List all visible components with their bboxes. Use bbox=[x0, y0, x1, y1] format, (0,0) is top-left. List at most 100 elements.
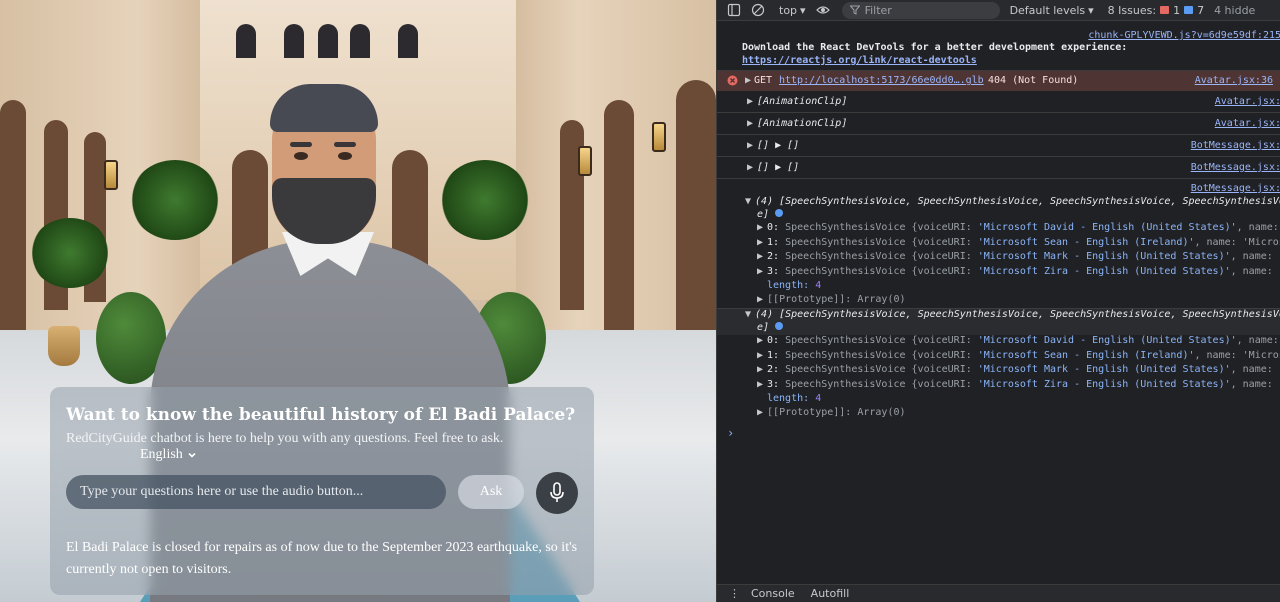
expand-arrow-icon: ▶ bbox=[757, 364, 764, 375]
log-group-header-tail: e] bbox=[757, 322, 1280, 333]
prototype-entry[interactable]: ▶ [[Prototype]]: Array(0) bbox=[757, 294, 1280, 305]
source-link[interactable]: Avatar.jsx:36 bbox=[1195, 75, 1273, 86]
voice-index: 2: bbox=[767, 364, 786, 375]
expand-arrow-icon: ▶ bbox=[747, 96, 754, 107]
log-group-header[interactable]: ▼ (4) [SpeechSynthesisVoice, SpeechSynthe… bbox=[745, 309, 1280, 320]
more-options-icon[interactable]: ⋮ bbox=[729, 587, 740, 600]
voice-rest: , name: 'Micros bbox=[1194, 349, 1280, 361]
window bbox=[318, 24, 338, 58]
issues-button[interactable]: 8 Issues: 1 7 bbox=[1108, 4, 1204, 17]
chat-subtitle: RedCityGuide chatbot is here to help you… bbox=[66, 431, 504, 446]
microphone-icon bbox=[550, 482, 564, 502]
voice-index: 1: bbox=[767, 349, 786, 361]
window bbox=[236, 24, 256, 58]
voice-index: 3: bbox=[767, 378, 786, 390]
avatar-hair bbox=[270, 84, 378, 132]
source-link[interactable]: BotMessage.jsx: bbox=[1191, 183, 1280, 194]
issues-info-count: 7 bbox=[1197, 3, 1205, 17]
expand-arrow-icon: ▶ bbox=[757, 265, 764, 277]
expand-arrow-icon[interactable]: ▶ bbox=[745, 75, 751, 86]
expand-arrow-icon: ▶ bbox=[757, 294, 764, 305]
expand-arrow-icon: ▶ bbox=[757, 378, 764, 390]
divider bbox=[717, 156, 1280, 157]
voice-entry[interactable]: ▶ 3: SpeechSynthesisVoice {voiceURI: 'Mic… bbox=[757, 266, 1280, 277]
voice-index: 1: bbox=[767, 236, 786, 248]
lamp bbox=[578, 146, 592, 176]
array-length: length: 4 bbox=[767, 393, 1280, 404]
expand-arrow-icon: ▶ bbox=[747, 162, 754, 173]
voice-type: SpeechSynthesisVoice {voiceURI: bbox=[785, 251, 978, 262]
log-levels-select[interactable]: Default levels ▾ bbox=[1010, 4, 1094, 17]
chatbot-panel: Want to know the beautiful history of El… bbox=[50, 387, 594, 595]
console-prompt[interactable]: › bbox=[727, 426, 1280, 440]
error-icon bbox=[727, 75, 738, 86]
voice-entry[interactable]: ▶ 2: SpeechSynthesisVoice {voiceURI: 'Mic… bbox=[757, 251, 1280, 262]
voice-entry[interactable]: ▶ 3: SpeechSynthesisVoice {voiceURI: 'Mic… bbox=[757, 379, 1280, 390]
console-toolbar: top ▾ Filter Default levels ▾ 8 Issues: … bbox=[717, 0, 1280, 21]
tab-autofill[interactable]: Autofill bbox=[811, 587, 850, 600]
plant-pot bbox=[48, 326, 80, 366]
filter-input[interactable]: Filter bbox=[841, 1, 1000, 19]
voice-entry[interactable]: ▶ 0: SpeechSynthesisVoice {voiceURI: 'Mic… bbox=[757, 335, 1280, 346]
issues-label: 8 Issues: bbox=[1107, 3, 1157, 17]
tab-console[interactable]: Console bbox=[751, 587, 795, 600]
voice-uri: 'Microsoft David - English (United State… bbox=[977, 335, 1237, 346]
log-entry[interactable]: ▶ [AnimationClip] bbox=[747, 118, 1280, 129]
log-entry[interactable]: ▶ [AnimationClip] bbox=[747, 96, 1280, 107]
source-link[interactable]: chunk-GPLYVEWD.js?v=6d9e59df:215 bbox=[1088, 30, 1280, 41]
context-select[interactable]: top ▾ bbox=[779, 4, 806, 17]
sidebar-toggle-icon[interactable] bbox=[727, 3, 741, 17]
expand-arrow-icon: ▶ bbox=[757, 407, 764, 418]
chat-title: Want to know the beautiful history of El… bbox=[66, 405, 576, 425]
expand-arrow-icon: ▶ bbox=[757, 335, 764, 346]
source-link[interactable]: BotMessage.jsx: bbox=[1191, 140, 1280, 151]
console-log: chunk-GPLYVEWD.js?v=6d9e59df:215 Downloa… bbox=[717, 22, 1280, 584]
voice-type: SpeechSynthesisVoice {voiceURI: bbox=[785, 335, 978, 346]
prototype-entry[interactable]: ▶ [[Prototype]]: Array(0) bbox=[757, 407, 1280, 418]
voice-entry[interactable]: ▶ 1: SpeechSynthesisVoice {voiceURI: 'Mic… bbox=[757, 350, 1280, 361]
voice-type: SpeechSynthesisVoice {voiceURI: bbox=[785, 364, 978, 375]
source-link[interactable]: BotMessage.jsx: bbox=[1191, 162, 1280, 173]
avatar-eye bbox=[338, 152, 352, 160]
issues-error-count: 1 bbox=[1173, 3, 1181, 17]
voice-type: SpeechSynthesisVoice {voiceURI: bbox=[785, 349, 978, 361]
expand-arrow-icon: ▶ bbox=[757, 222, 764, 233]
language-select[interactable]: English bbox=[140, 447, 197, 463]
voice-index: 0: bbox=[767, 335, 786, 346]
voice-uri: 'Microsoft Mark - English (United States… bbox=[977, 251, 1231, 262]
voice-rest: , name: bbox=[1236, 335, 1279, 346]
ask-button[interactable]: Ask bbox=[458, 475, 524, 509]
question-input[interactable] bbox=[66, 475, 446, 509]
microphone-button[interactable] bbox=[536, 472, 578, 514]
voice-type: SpeechSynthesisVoice {voiceURI: bbox=[785, 236, 978, 248]
length-key: length: bbox=[767, 393, 810, 404]
window bbox=[398, 24, 418, 58]
devtools-panel: top ▾ Filter Default levels ▾ 8 Issues: … bbox=[716, 0, 1280, 602]
source-link[interactable]: Avatar.jsx: bbox=[1215, 96, 1280, 107]
request-url[interactable]: http://localhost:5173/66e0dd0….glb bbox=[779, 75, 984, 86]
source-link[interactable]: Avatar.jsx: bbox=[1215, 118, 1280, 129]
voice-entry[interactable]: ▶ 1: SpeechSynthesisVoice {voiceURI: 'Mic… bbox=[757, 237, 1280, 248]
voice-rest: , name: ' bbox=[1230, 265, 1280, 277]
request-status: 404 (Not Found) bbox=[988, 75, 1079, 86]
eye-icon[interactable] bbox=[815, 3, 830, 17]
lamp bbox=[104, 160, 118, 190]
log-value: e] bbox=[757, 322, 770, 333]
clear-console-icon[interactable] bbox=[751, 3, 765, 17]
context-label: top bbox=[779, 3, 798, 17]
palm-tree bbox=[440, 160, 530, 240]
log-group-header[interactable]: ▼ (4) [SpeechSynthesisVoice, SpeechSynthe… bbox=[745, 196, 1280, 207]
voice-type: SpeechSynthesisVoice {voiceURI: bbox=[785, 378, 978, 390]
log-entry: https://reactjs.org/link/react-devtools bbox=[742, 55, 1280, 66]
voice-entry[interactable]: ▶ 2: SpeechSynthesisVoice {voiceURI: 'Mic… bbox=[757, 364, 1280, 375]
voice-uri: 'Microsoft Zira - English (United States… bbox=[977, 378, 1231, 390]
voice-entry[interactable]: ▶ 0: SpeechSynthesisVoice {voiceURI: 'Mic… bbox=[757, 222, 1280, 233]
filter-icon bbox=[849, 5, 860, 15]
window bbox=[350, 24, 370, 58]
voice-rest: , name: ' bbox=[1230, 251, 1280, 262]
voice-uri: 'Microsoft Mark - English (United States… bbox=[977, 364, 1231, 375]
divider bbox=[717, 178, 1280, 179]
expand-arrow-icon: ▶ bbox=[757, 251, 764, 262]
expand-arrow-icon: ▶ bbox=[747, 140, 754, 151]
react-devtools-link[interactable]: https://reactjs.org/link/react-devtools bbox=[742, 55, 977, 66]
